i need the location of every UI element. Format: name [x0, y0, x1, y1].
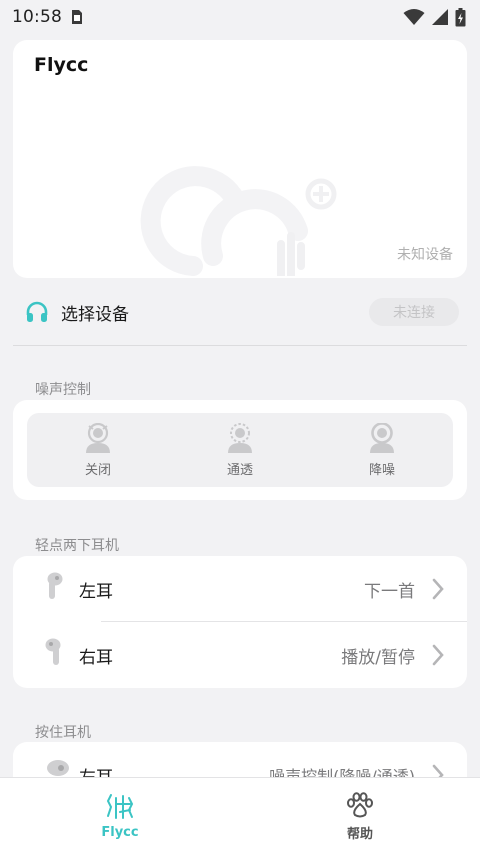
flycc-logo-icon: [106, 794, 134, 819]
noise-option-off[interactable]: 关闭: [27, 413, 169, 487]
select-device-label: 选择设备: [61, 304, 129, 325]
chevron-right-icon: [432, 578, 444, 600]
status-right: [403, 7, 466, 27]
noise-option-off-label: 关闭: [84, 462, 111, 478]
device-card[interactable]: Flycc 未知设备: [13, 40, 467, 278]
press-hold-title: 按住耳机: [35, 725, 91, 741]
noise-option-transparency-label: 通透: [226, 462, 253, 478]
wifi-icon: [403, 9, 425, 25]
headphones-icon: [26, 301, 48, 322]
tab-flycc-label: Flycc: [101, 825, 139, 840]
double-tap-title: 轻点两下耳机: [35, 538, 119, 554]
tab-help-label: 帮助: [346, 827, 373, 842]
bottom-tab-bar: Flycc 帮助: [0, 777, 480, 853]
device-name: Flycc: [34, 54, 89, 76]
double-tap-left-value: 下一首: [364, 581, 415, 602]
cloud-logo-icon: [140, 166, 337, 276]
status-bar: 10:58: [0, 0, 480, 34]
person-anc-icon: [370, 422, 394, 453]
right-earbud-icon: [45, 638, 61, 665]
tab-flycc[interactable]: Flycc: [0, 778, 240, 853]
battery-icon: [455, 7, 466, 26]
double-tap-right-value: 播放/暂停: [341, 647, 415, 668]
noise-option-transparency[interactable]: 通透: [169, 413, 311, 487]
noise-control-selector: 关闭 通透 降噪: [27, 413, 453, 487]
double-tap-right-row[interactable]: 右耳 播放/暂停: [13, 622, 467, 688]
double-tap-card: 左耳 下一首 右耳 播放/暂停: [13, 556, 467, 688]
double-tap-left-row[interactable]: 左耳 下一首: [13, 556, 467, 622]
noise-control-card: 关闭 通透 降噪: [13, 400, 467, 500]
cell-signal-icon: [432, 9, 448, 25]
person-transparency-icon: [228, 422, 252, 453]
chevron-right-icon: [432, 644, 444, 666]
device-model: 未知设备: [397, 247, 453, 263]
sim-card-icon: [72, 10, 82, 24]
double-tap-left-label: 左耳: [79, 581, 113, 602]
select-device-row[interactable]: 选择设备 未连接: [13, 294, 467, 330]
status-left: 10:58: [12, 7, 83, 27]
person-off-icon: [86, 422, 110, 453]
noise-option-anc-label: 降噪: [368, 462, 395, 478]
divider: [13, 345, 467, 346]
connection-status-button[interactable]: 未连接: [369, 298, 459, 326]
status-time: 10:58: [12, 7, 62, 27]
noise-control-title: 噪声控制: [35, 382, 91, 398]
left-earbud-icon: [47, 572, 63, 599]
paw-icon: [347, 792, 373, 818]
double-tap-right-label: 右耳: [79, 647, 113, 668]
noise-option-anc[interactable]: 降噪: [311, 413, 453, 487]
tab-help[interactable]: 帮助: [240, 778, 480, 853]
